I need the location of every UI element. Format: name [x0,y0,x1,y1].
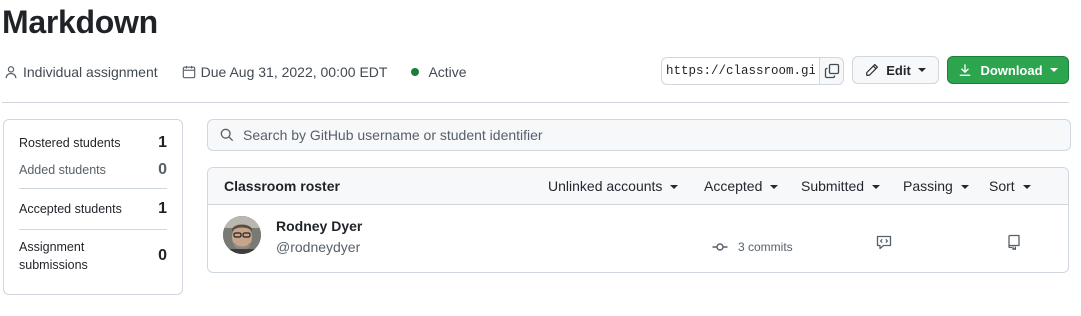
search-icon [220,128,234,142]
filter-passing[interactable]: Passing [903,178,969,194]
stat-added-label: Added students [19,163,106,177]
pencil-icon [866,64,879,76]
copy-icon [824,63,839,79]
stat-accepted: Accepted students 1 [19,189,167,229]
assignment-due: Due Aug 31, 2022, 00:00 EDT [182,64,388,80]
stat-submissions-label: Assignment submissions [19,240,88,272]
stats-panel: Rostered students 1 Added students 0 Acc… [3,119,183,295]
download-button-label: Download [980,62,1043,78]
header-divider [2,102,1069,103]
stat-submissions: Assignment submissions 0 [19,230,167,282]
student-search[interactable]: Search by GitHub username or student ide… [207,119,1071,151]
student-name[interactable]: Rodney Dyer [276,218,362,234]
page-title: Markdown [2,4,158,40]
avatar-image [223,216,261,254]
stat-accepted-label: Accepted students [19,202,122,216]
chevron-down-icon [770,185,779,190]
stat-submissions-value: 0 [158,247,167,264]
stat-accepted-value: 1 [158,200,167,217]
filter-submitted[interactable]: Submitted [801,178,881,194]
chevron-down-icon [917,68,926,72]
stat-added: Added students 0 [19,160,167,188]
status-dot [411,68,420,76]
assignment-status: Active [411,64,467,80]
stat-added-value: 0 [158,161,167,178]
edit-button[interactable]: Edit [852,56,939,84]
download-icon [960,64,971,76]
filter-unlinked-label: Unlinked accounts [548,178,663,194]
student-handle[interactable]: @rodneydyer [276,239,360,255]
status-label: Active [428,64,467,80]
stat-rostered-value: 1 [158,134,167,151]
download-button[interactable]: Download [947,56,1069,84]
git-commit-icon [712,243,728,251]
filter-unlinked-accounts[interactable]: Unlinked accounts [548,178,679,194]
due-date-label: Due Aug 31, 2022, 00:00 EDT [200,64,388,80]
filter-accepted[interactable]: Accepted [704,178,779,194]
chevron-down-icon [872,185,881,190]
repo-icon[interactable] [1006,234,1022,255]
avatar[interactable] [223,216,261,254]
person-icon [5,66,17,79]
chevron-down-icon [1022,185,1031,190]
commits-link[interactable]: 3 commits [712,239,793,255]
edit-button-label: Edit [886,62,911,78]
stat-rostered: Rostered students 1 [19,120,167,160]
roster-header: Classroom roster Unlinked accounts Accep… [208,168,1068,205]
sort-menu[interactable]: Sort [989,178,1031,194]
classroom-roster: Classroom roster Unlinked accounts Accep… [207,167,1069,273]
code-review-icon[interactable] [876,234,892,255]
chevron-down-icon [960,185,969,190]
invite-url-input[interactable] [661,57,819,85]
assignment-meta: Individual assignment Due Aug 31, 2022, … [4,62,491,82]
invite-link-group [661,57,844,85]
assignment-type-label: Individual assignment [23,64,158,80]
chevron-down-icon [670,185,679,190]
filter-accepted-label: Accepted [704,178,763,194]
commits-count: 3 commits [738,240,793,254]
search-input[interactable]: Search by GitHub username or student ide… [243,127,543,143]
copy-url-button[interactable] [819,57,844,85]
roster-title: Classroom roster [224,178,340,194]
calendar-icon [182,65,195,79]
table-row: Rodney Dyer @rodneydyer 3 commits [208,205,1068,272]
filter-submitted-label: Submitted [801,178,865,194]
assignment-type: Individual assignment [4,64,158,80]
chevron-down-icon [1049,68,1058,72]
filter-passing-label: Passing [903,178,953,194]
stat-rostered-label: Rostered students [19,136,121,150]
sort-label: Sort [989,178,1015,194]
